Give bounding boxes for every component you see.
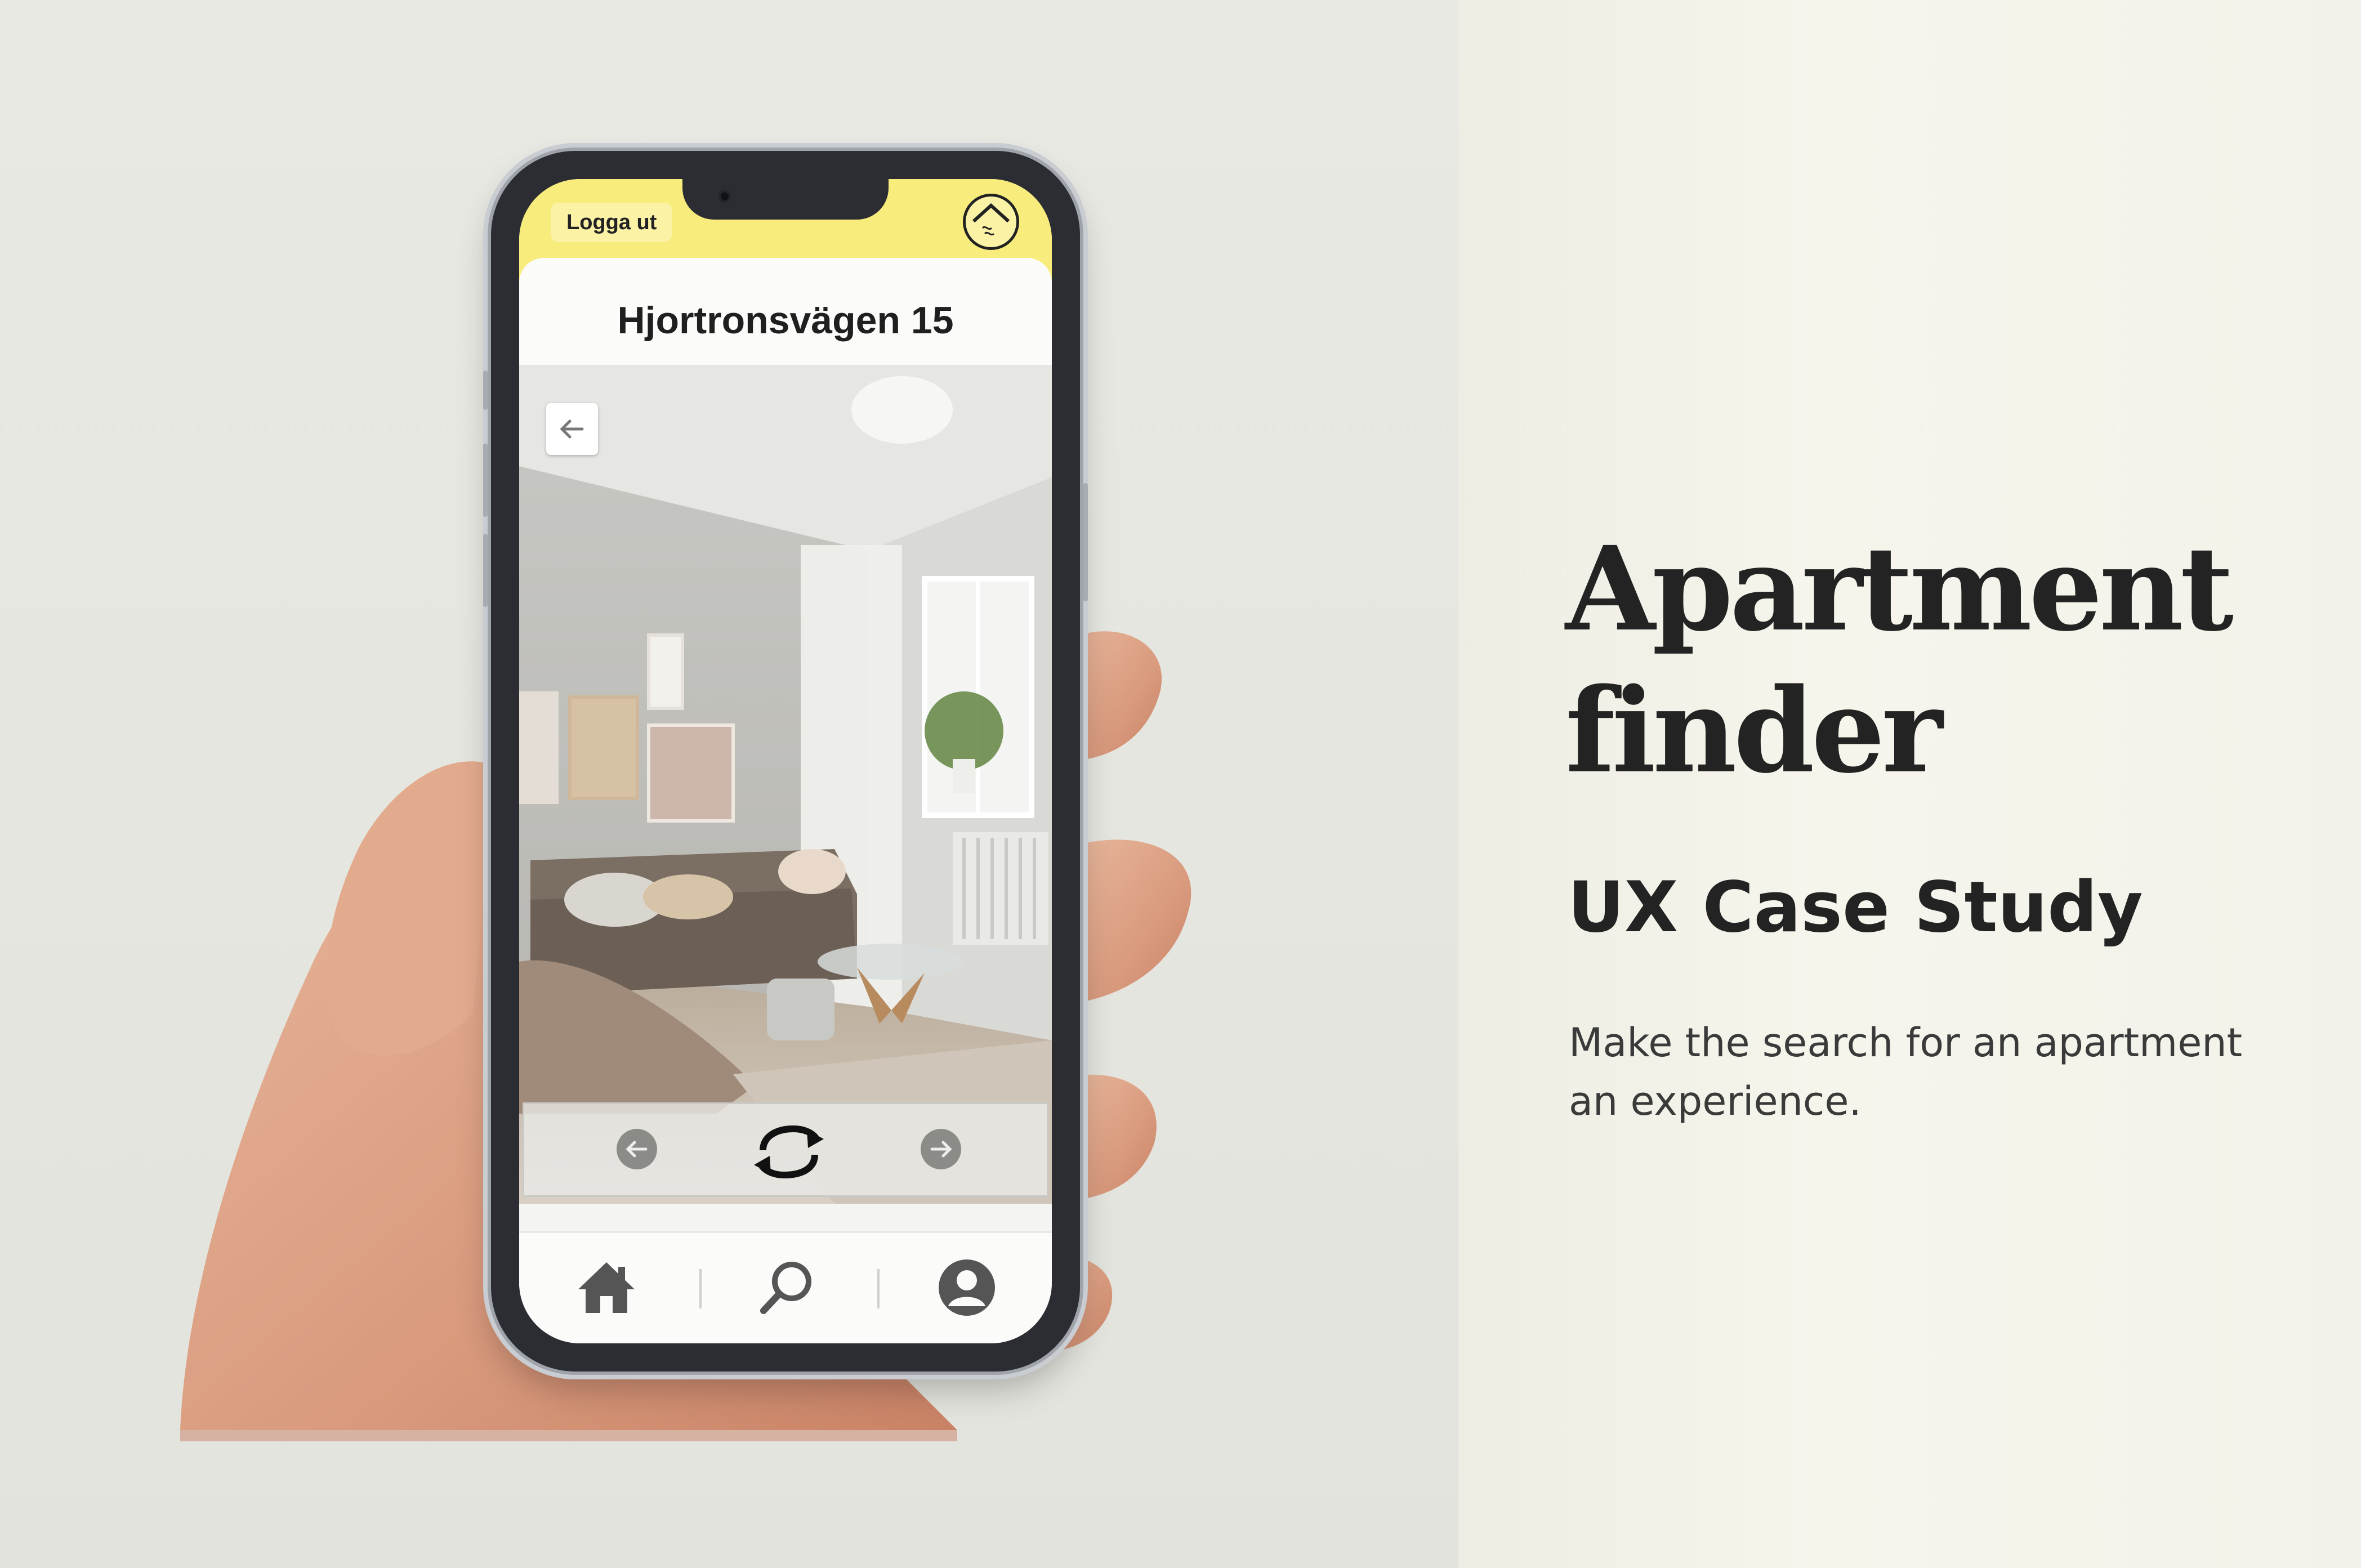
phone-power-button bbox=[1083, 483, 1088, 601]
phone-volume-down bbox=[483, 534, 488, 607]
phone-screen: Logga ut Hjortronsvägen 15 bbox=[519, 179, 1052, 1343]
apartment-address-title: Hjortronsvägen 15 bbox=[617, 299, 954, 342]
user-icon[interactable] bbox=[936, 1257, 998, 1319]
phone-side-button bbox=[483, 370, 488, 410]
description: Make the search for an apartment an expe… bbox=[1569, 1020, 2243, 1124]
bottom-navigation bbox=[519, 1231, 1052, 1343]
apartment-photo bbox=[519, 365, 1052, 1204]
back-button[interactable] bbox=[546, 403, 598, 455]
phone-mockup: Logga ut Hjortronsvägen 15 bbox=[483, 151, 1088, 1372]
photo-rotation-controls bbox=[523, 1102, 1048, 1197]
subheading: UX Case Study bbox=[1568, 867, 2143, 948]
arrow-left-icon bbox=[560, 419, 584, 439]
headline: Apartment finder bbox=[1565, 518, 2297, 802]
headline-line-2: finder bbox=[1565, 663, 1943, 799]
tab-divider bbox=[699, 1269, 702, 1308]
arrow-right-circle-icon[interactable] bbox=[918, 1127, 963, 1172]
rotate-360-icon[interactable] bbox=[749, 1119, 828, 1184]
title-card: Hjortronsvägen 15 bbox=[519, 258, 1052, 365]
headline-line-1: Apartment bbox=[1565, 521, 2234, 657]
house-logo-icon[interactable] bbox=[963, 194, 1019, 250]
phone-volume-up bbox=[483, 444, 488, 517]
tab-divider bbox=[877, 1269, 880, 1308]
search-icon[interactable] bbox=[756, 1257, 818, 1319]
home-icon[interactable] bbox=[575, 1257, 637, 1319]
arrow-left-circle-icon[interactable] bbox=[614, 1127, 659, 1172]
front-camera bbox=[718, 190, 731, 203]
logout-button[interactable]: Logga ut bbox=[551, 203, 673, 242]
phone-notch bbox=[682, 179, 889, 220]
